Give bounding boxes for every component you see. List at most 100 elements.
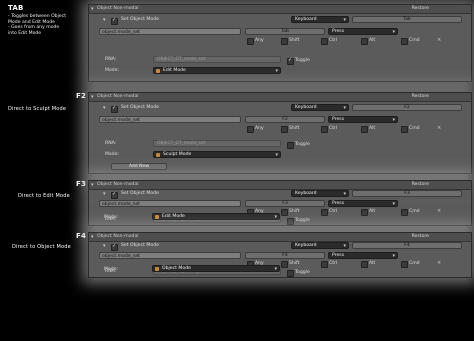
input-type-dropdown[interactable]: Keyboard (291, 190, 349, 197)
modifier-label: Ctrl (329, 209, 338, 214)
modifier-label: Shift (289, 209, 300, 214)
mode-value: Edit Mode (162, 214, 185, 219)
modifier-label: Ctrl (329, 261, 338, 266)
expand-arrow-icon[interactable]: ▾ (103, 243, 106, 249)
mode-icon (156, 153, 160, 157)
operator-field[interactable]: object.mode_set (99, 116, 241, 123)
modifier-label: Shift (289, 38, 300, 43)
remove-icon[interactable]: × (437, 208, 441, 214)
mode-dropdown[interactable]: Edit Mode (152, 213, 280, 220)
toggle-label: Toggle (295, 270, 310, 275)
mode-value: Sculpt Mode (163, 152, 192, 157)
keymap-panel-f3: ▾ Object Non-modal Restore ▾ Set Object … (88, 180, 472, 226)
section-title-f4: F4 (76, 232, 87, 240)
keymap-header: ▾ Object Non-modal Restore (89, 5, 471, 14)
key-button[interactable]: F2 (352, 104, 462, 111)
remove-icon[interactable]: × (437, 260, 441, 266)
modifier-label: Alt (369, 126, 376, 131)
keymap-header: ▾ Object Non-modal Restore (89, 181, 471, 190)
active-checkbox[interactable] (111, 105, 118, 113)
expand-arrow-icon[interactable]: ▾ (103, 105, 106, 111)
restore-button[interactable]: Restore (412, 182, 429, 187)
rna-label: RNA: (105, 57, 117, 62)
active-checkbox[interactable] (111, 17, 118, 25)
event-dropdown[interactable]: Press (328, 252, 398, 259)
operator-field[interactable]: object.mode_set (99, 200, 241, 207)
operator-field[interactable]: object.mode_set (99, 28, 241, 35)
modifier-label: Any (255, 126, 264, 131)
key-button[interactable]: F4 (352, 242, 462, 249)
event-dropdown[interactable]: Press (328, 200, 398, 207)
rna-label: RNA: (105, 141, 117, 146)
input-type-dropdown[interactable]: Keyboard (291, 16, 349, 23)
modifier-label: Cmd (409, 261, 420, 266)
mode-dropdown[interactable]: Sculpt Mode (153, 151, 281, 158)
event-dropdown[interactable]: Press (328, 116, 398, 123)
toggle-label: Toggle (295, 58, 310, 63)
collapse-arrow-icon[interactable]: ▾ (91, 94, 94, 100)
key-button[interactable]: Tab (352, 16, 462, 23)
key-field[interactable]: F3 (245, 200, 325, 207)
active-checkbox[interactable] (111, 191, 118, 199)
mode-dropdown[interactable]: Edit Mode (153, 67, 281, 74)
keymap-header: ▾ Object Non-modal Restore (89, 93, 471, 102)
collapse-arrow-icon[interactable]: ▾ (91, 234, 94, 240)
modifier-label: Alt (369, 38, 376, 43)
event-dropdown[interactable]: Press (328, 28, 398, 35)
section-subtitle-f4: Direct to Object Mode (12, 244, 71, 250)
modifier-label: Ctrl (329, 38, 338, 43)
modifier-label: Alt (369, 261, 376, 266)
tab-description-line: into Edit Mode (8, 30, 42, 36)
tab-description: - Toggles between Object Mode and Edit M… (8, 14, 88, 36)
expand-arrow-icon[interactable]: ▾ (103, 191, 106, 197)
mode-value: Edit Mode (163, 68, 186, 73)
modifier-label: Ctrl (329, 126, 338, 131)
mode-label: Mode: (105, 152, 120, 157)
collapse-arrow-icon[interactable]: ▾ (91, 6, 94, 12)
key-field[interactable]: F4 (245, 252, 325, 259)
mode-label: Mode: (104, 267, 119, 272)
modifier-label: Cmd (409, 126, 420, 131)
expand-arrow-icon[interactable]: ▾ (103, 17, 106, 23)
section-subtitle-f2: Direct to Sculpt Mode (8, 106, 67, 112)
restore-button[interactable]: Restore (412, 94, 429, 99)
input-type-dropdown[interactable]: Keyboard (291, 242, 349, 249)
keymap-panel-f2: ▾ Object Non-modal Restore ▾ Set Object … (88, 92, 472, 174)
toggle-label: Toggle (295, 218, 310, 223)
add-new-button[interactable]: Add New (111, 163, 167, 170)
remove-icon[interactable]: × (437, 125, 441, 131)
keymap-title: Object Non-modal (97, 94, 139, 99)
section-title-f2: F2 (76, 92, 87, 100)
item-name[interactable]: Set Object Mode (121, 17, 159, 22)
restore-button[interactable]: Restore (412, 6, 429, 11)
modifier-label: Cmd (409, 38, 420, 43)
mode-label: Mode: (104, 215, 119, 220)
modifier-label: Shift (289, 261, 300, 266)
modifier-label: Any (255, 38, 264, 43)
key-field[interactable]: F2 (245, 116, 325, 123)
input-type-dropdown[interactable]: Keyboard (291, 104, 349, 111)
mode-icon (156, 69, 160, 73)
section-subtitle-f3: Direct to Edit Mode (18, 193, 70, 199)
restore-button[interactable]: Restore (412, 234, 429, 239)
rna-field: OBJECT_OT_mode_set (153, 56, 281, 63)
item-name[interactable]: Set Object Mode (121, 105, 159, 110)
keymap-header: ▾ Object Non-modal Restore (89, 233, 471, 242)
modifier-label: Shift (289, 126, 300, 131)
keymap-panel-f4: ▾ Object Non-modal Restore ▾ Set Object … (88, 232, 472, 278)
item-name[interactable]: Set Object Mode (121, 243, 159, 248)
key-button[interactable]: F3 (352, 190, 462, 197)
mode-value: Object Mode (162, 266, 191, 271)
rna-field: OBJECT_OT_mode_set (153, 140, 281, 147)
item-name[interactable]: Set Object Mode (121, 191, 159, 196)
remove-icon[interactable]: × (437, 37, 441, 43)
keymap-title: Object Non-modal (97, 6, 139, 11)
operator-field[interactable]: object.mode_set (99, 252, 241, 259)
active-checkbox[interactable] (111, 243, 118, 251)
mode-icon (155, 267, 159, 271)
collapse-arrow-icon[interactable]: ▾ (91, 182, 94, 188)
mode-dropdown[interactable]: Object Mode (152, 265, 280, 272)
keymap-title: Object Non-modal (97, 234, 139, 239)
modifier-label: Cmd (409, 209, 420, 214)
key-field[interactable]: Tab (245, 28, 325, 35)
